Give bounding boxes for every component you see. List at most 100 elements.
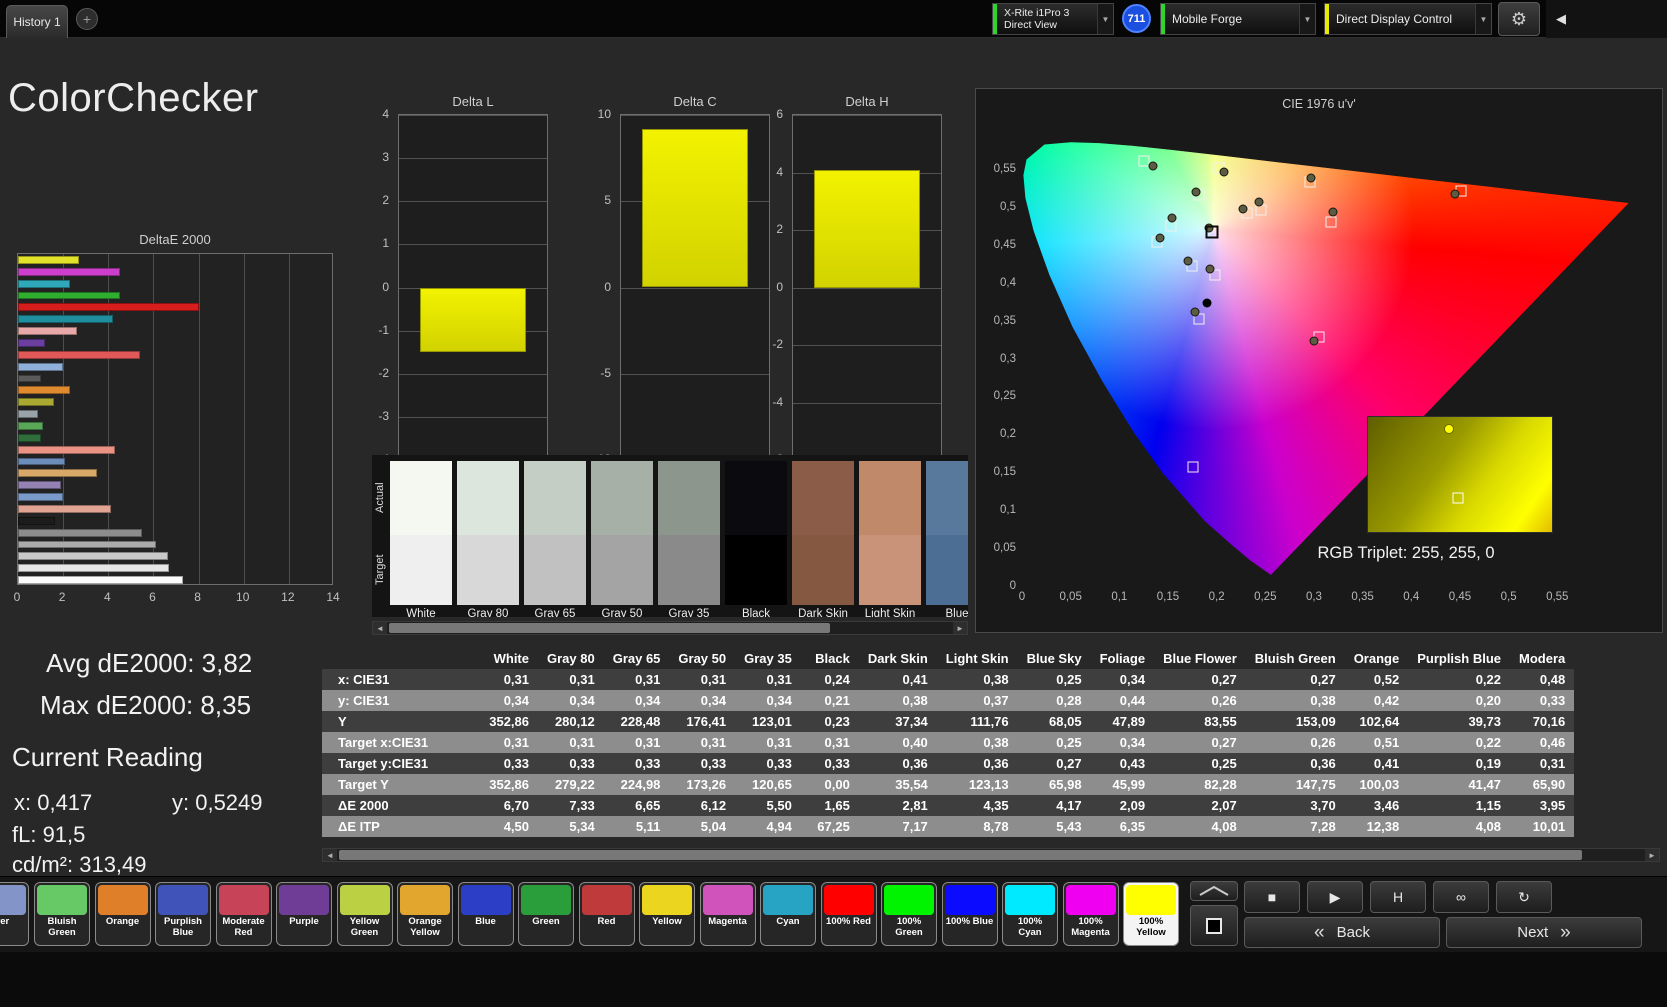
axis-tick-label: 0,15 (1153, 591, 1183, 603)
axis-tick-label: 0,4 (1396, 591, 1426, 603)
swatch-column: Gray 65 (524, 461, 586, 617)
axis-tick-label: 0,3 (982, 353, 1016, 365)
gamut-zoom-inset (1367, 416, 1553, 533)
table-cell: 0,34 (480, 690, 538, 711)
meter-line1: X-Rite i1Pro 3 (1004, 7, 1090, 19)
pattern-color-swatch (400, 885, 450, 915)
stop-button[interactable]: ■ (1244, 881, 1300, 913)
meter-dropdown[interactable]: X-Rite i1Pro 3 Direct View ▼ (992, 3, 1114, 35)
table-cell: 7,17 (859, 816, 937, 837)
axis-tick-label: 4 (359, 107, 389, 121)
pattern-button-yellow-green[interactable]: Yellow Green (337, 882, 393, 946)
scroll-left-icon[interactable]: ◄ (323, 849, 337, 861)
pattern-button-moderate-red[interactable]: Moderate Red (216, 882, 272, 946)
table-cell: 0,34 (604, 690, 670, 711)
pattern-window-button[interactable] (1190, 905, 1238, 946)
pattern-button-label: Yellow Green (340, 915, 390, 938)
continuous-button[interactable]: ∞ (1433, 881, 1489, 913)
reading-count-badge: 711 (1122, 4, 1151, 33)
source-dropdown[interactable]: Mobile Forge ▼ (1160, 3, 1316, 35)
axis-tick-label: 0,35 (1348, 591, 1378, 603)
row-label: Target y:CIE31 (322, 753, 480, 774)
pattern-button-bluish-green[interactable]: Bluish Green (34, 882, 90, 946)
pattern-button-blue[interactable]: Blue (458, 882, 514, 946)
axis-tick-label: 5 (581, 193, 611, 207)
deltae-bar (18, 517, 55, 525)
table-cell: 0,22 (1408, 732, 1510, 753)
table-cell: 4,35 (937, 795, 1018, 816)
rgb-triplet-label: RGB Triplet: 255, 255, 0 (1216, 544, 1596, 563)
scrollbar-track[interactable] (337, 849, 1645, 861)
deltae-bar (18, 469, 97, 477)
deltae-bar (18, 339, 45, 347)
scrollbar-thumb[interactable] (389, 623, 830, 633)
pattern-button-100-yellow[interactable]: 100% Yellow (1123, 882, 1179, 946)
back-button[interactable]: « Back (1244, 917, 1440, 948)
table-cell: 4,94 (735, 816, 801, 837)
swatch-strip-scrollbar[interactable]: ◄ ► (372, 621, 968, 635)
chart-title: DeltaE 2000 (17, 232, 333, 247)
table-cell: 3,95 (1510, 795, 1574, 816)
table-cell: 5,34 (538, 816, 604, 837)
scroll-right-icon[interactable]: ► (1645, 849, 1659, 861)
display-control-dropdown[interactable]: Direct Display Control ▼ (1324, 3, 1492, 35)
axis-tick-label: -3 (359, 409, 389, 423)
deltae-bar (18, 256, 79, 264)
scrollbar-track[interactable] (387, 622, 953, 634)
collapse-panel-button[interactable]: ◀ (1546, 0, 1667, 38)
pattern-button-label: Green (521, 915, 571, 928)
table-scrollbar[interactable]: ◄ ► (322, 848, 1660, 862)
source-label: Mobile Forge (1172, 12, 1292, 26)
pattern-button-100-magenta[interactable]: 100% Magenta (1063, 882, 1119, 946)
pattern-button-wer[interactable]: wer (0, 882, 29, 946)
pattern-button-green[interactable]: Green (518, 882, 574, 946)
pattern-color-swatch (763, 885, 813, 915)
pattern-button-red[interactable]: Red (579, 882, 635, 946)
table-cell: 7,33 (538, 795, 604, 816)
pattern-button-purplish-blue[interactable]: Purplish Blue (155, 882, 211, 946)
axis-tick-label: 2 (52, 590, 72, 604)
pattern-button-label: Orange Yellow (400, 915, 450, 938)
next-button[interactable]: Next » (1446, 917, 1642, 948)
add-tab-button[interactable]: + (76, 8, 98, 30)
swatch-actual (390, 461, 452, 535)
play-button[interactable]: ▶ (1307, 881, 1363, 913)
table-cell: 47,89 (1091, 711, 1155, 732)
frame-step-button[interactable]: H (1370, 881, 1426, 913)
pattern-button-magenta[interactable]: Magenta (700, 882, 756, 946)
swatch-label: Black (725, 605, 787, 617)
pattern-button-label: Cyan (763, 915, 813, 928)
pattern-toolbar: werBluish GreenOrangePurplish BlueModera… (0, 876, 1667, 952)
scroll-left-icon[interactable]: ◄ (373, 622, 387, 634)
pattern-button-100-cyan[interactable]: 100% Cyan (1002, 882, 1058, 946)
table-cell: 0,36 (937, 753, 1018, 774)
pattern-button-100-green[interactable]: 100% Green (881, 882, 937, 946)
table-cell: 10,01 (1510, 816, 1574, 837)
deltae-bar (18, 481, 61, 489)
table-cell: 279,22 (538, 774, 604, 795)
gridline (793, 115, 941, 116)
deltae-bar (18, 529, 142, 537)
pattern-button-100-blue[interactable]: 100% Blue (942, 882, 998, 946)
gridline (621, 374, 769, 375)
table-cell: 0,31 (1510, 753, 1574, 774)
settings-button[interactable]: ⚙ (1498, 2, 1540, 36)
pattern-button-purple[interactable]: Purple (276, 882, 332, 946)
scrollbar-thumb[interactable] (339, 850, 1582, 860)
pattern-button-100-red[interactable]: 100% Red (821, 882, 877, 946)
expand-toolbar-button[interactable] (1190, 881, 1238, 901)
pattern-button-yellow[interactable]: Yellow (639, 882, 695, 946)
loop-button[interactable]: ↻ (1496, 881, 1552, 913)
table-cell: 0,37 (937, 690, 1018, 711)
pattern-button-orange-yellow[interactable]: Orange Yellow (397, 882, 453, 946)
scroll-right-icon[interactable]: ► (953, 622, 967, 634)
tab-history-1[interactable]: History 1 (6, 5, 68, 38)
pattern-button-orange[interactable]: Orange (95, 882, 151, 946)
deltae-bar (18, 315, 113, 323)
target-marker (1187, 462, 1198, 473)
loop-icon: ↻ (1518, 889, 1530, 906)
table-cell: 0,40 (859, 732, 937, 753)
pattern-color-swatch (824, 885, 874, 915)
pattern-button-cyan[interactable]: Cyan (760, 882, 816, 946)
axis-tick-label: 0,35 (982, 315, 1016, 327)
